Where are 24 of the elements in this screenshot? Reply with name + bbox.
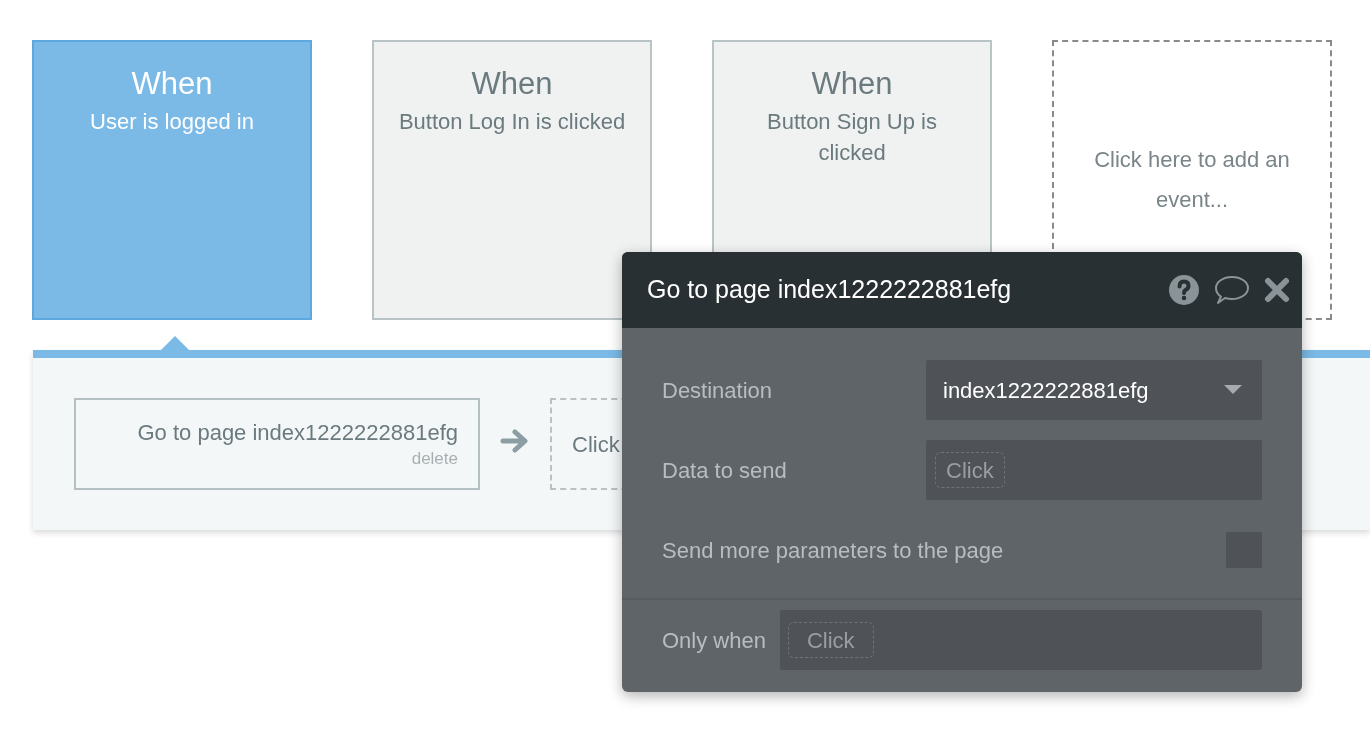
delete-link[interactable]: delete [411,448,458,470]
help-icon[interactable] [1168,274,1200,306]
data-to-send-field[interactable]: Click [926,440,1262,500]
only-when-label: Only when [662,626,766,655]
click-chip[interactable]: Click [935,452,1005,488]
close-icon[interactable] [1264,277,1290,303]
event-condition: User is logged in [90,108,254,136]
destination-label: Destination [662,376,774,405]
event-condition: Button Sign Up is clicked [766,108,938,167]
event-condition: Button Log In is clicked [398,108,626,136]
arrow-right-icon [500,428,530,454]
event-title: When [811,65,893,103]
comment-icon[interactable] [1214,274,1250,306]
destination-dropdown[interactable]: index1222222881efg [926,360,1262,420]
data-to-send-label: Data to send [662,456,788,485]
click-chip[interactable]: Click [787,622,874,658]
event-title: When [471,65,553,103]
event-title: When [131,65,213,103]
event-card[interactable]: When User is logged in [32,40,312,320]
action-label: Go to page index1222222881efg [137,419,458,447]
only-when-field[interactable]: Click [779,610,1262,670]
dropdown-caret-icon [1224,385,1242,395]
send-more-parameters-label: Send more parameters to the page [662,536,1005,565]
action-card[interactable]: Go to page index1222222881efg delete [74,398,480,490]
